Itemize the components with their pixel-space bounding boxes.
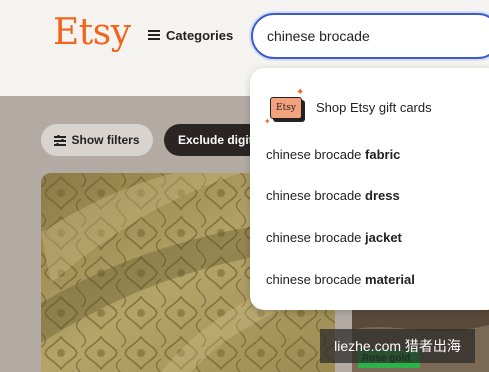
menu-icon (148, 30, 160, 40)
gift-card-icon: Etsy ✦ ✦ (264, 87, 305, 126)
suggestion-item[interactable]: chinese brocade jacket (266, 230, 402, 248)
gift-card-suggestion[interactable]: Etsy ✦ ✦ Shop Etsy gift cards (264, 86, 432, 128)
search-box[interactable] (251, 13, 489, 59)
watermark-overlay: liezhe.com 猎者出海 (320, 329, 475, 363)
search-suggestions-dropdown: Etsy ✦ ✦ Shop Etsy gift cards chinese br… (250, 68, 489, 310)
filter-sliders-icon (54, 135, 67, 146)
suggestion-item[interactable]: chinese brocade fabric (266, 147, 400, 165)
suggestion-item[interactable]: chinese brocade dress (266, 188, 400, 206)
suggestion-item[interactable]: chinese brocade material (266, 272, 415, 290)
show-filters-label: Show filters (71, 133, 140, 147)
categories-button[interactable]: Categories (148, 26, 233, 44)
show-filters-button[interactable]: Show filters (41, 124, 153, 156)
categories-label: Categories (166, 27, 234, 43)
etsy-logo[interactable]: Etsy (53, 12, 131, 53)
exclude-digital-button[interactable]: Exclude digital (164, 124, 264, 156)
search-input[interactable] (267, 25, 487, 47)
gift-card-label: Shop Etsy gift cards (316, 99, 432, 115)
